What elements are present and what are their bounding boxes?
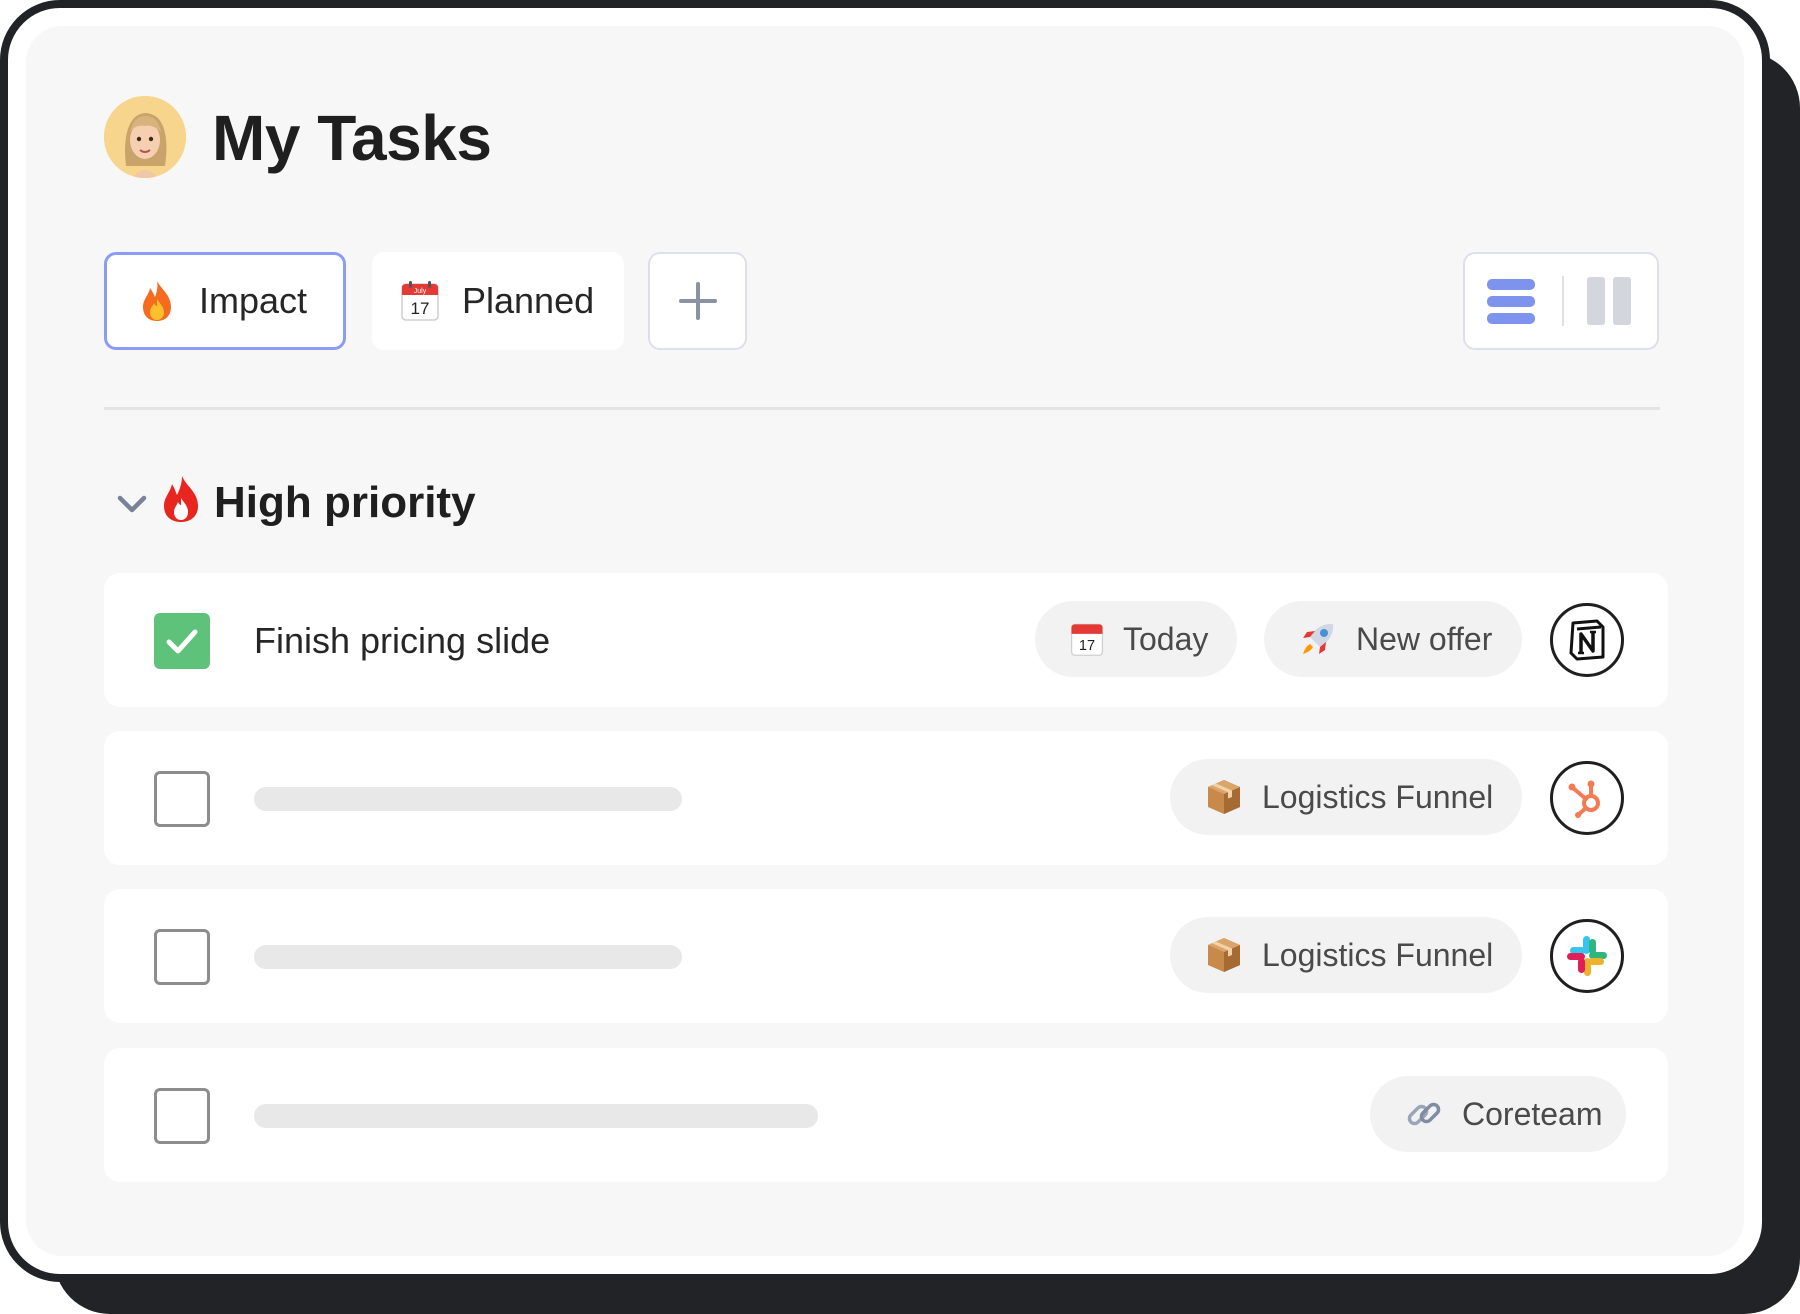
fire-icon	[143, 281, 171, 321]
plus-icon	[678, 282, 717, 320]
header-divider	[104, 407, 1660, 410]
calendar-month-text: July	[414, 288, 427, 295]
tab-impact[interactable]: Impact	[104, 252, 346, 350]
tag-label: Logistics Funnel	[1262, 936, 1494, 973]
tab-impact-label: Impact	[199, 280, 308, 321]
slack-icon	[1567, 936, 1607, 976]
tag-pill[interactable]: Logistics Funnel	[1170, 917, 1522, 993]
task-title-placeholder	[254, 1104, 818, 1128]
task-row[interactable]: Coreteam	[104, 1048, 1668, 1182]
task-checkbox[interactable]	[154, 771, 210, 827]
tab-planned-label: Planned	[462, 280, 595, 321]
package-icon	[1208, 938, 1240, 972]
source-app-badge[interactable]	[1550, 919, 1624, 993]
tag-pill[interactable]: Logistics Funnel	[1170, 759, 1522, 835]
section-title: High priority	[214, 478, 476, 527]
link-icon	[1407, 1102, 1441, 1126]
view-toggle-divider	[1562, 276, 1564, 326]
hubspot-icon	[1568, 780, 1600, 818]
package-icon	[1208, 780, 1240, 814]
calendar-icon: July 17	[401, 281, 439, 321]
notion-icon	[1569, 619, 1605, 661]
add-tab-button[interactable]	[648, 252, 747, 350]
task-title-placeholder	[254, 787, 682, 811]
calendar-day-text: 17	[411, 299, 430, 318]
page-title: My Tasks	[212, 102, 492, 174]
task-checkbox[interactable]	[154, 613, 210, 669]
task-row[interactable]: Logistics Funnel	[104, 889, 1668, 1023]
task-title: Finish pricing slide	[254, 620, 551, 661]
tag-pill[interactable]: Coreteam	[1370, 1076, 1626, 1152]
tag-pill[interactable]: New offer	[1264, 601, 1522, 677]
calendar-icon: 17	[1070, 623, 1104, 656]
rocket-icon	[1303, 623, 1334, 654]
source-app-badge[interactable]	[1550, 603, 1624, 677]
checkmark-icon	[166, 629, 198, 654]
fire-icon	[164, 476, 198, 522]
calendar-day-text: 17	[1079, 638, 1095, 654]
task-row[interactable]: Finish pricing slide 17 Today New offer	[104, 573, 1668, 707]
tag-label: Coreteam	[1462, 1095, 1603, 1132]
tag-label: Today	[1123, 620, 1209, 657]
tag-label: Logistics Funnel	[1262, 778, 1494, 815]
task-title-placeholder	[254, 945, 682, 969]
tag-pill[interactable]: 17 Today	[1035, 601, 1237, 677]
view-toggle	[1463, 252, 1659, 350]
source-app-badge[interactable]	[1550, 761, 1624, 835]
board-view-icon[interactable]	[1587, 276, 1633, 326]
task-checkbox[interactable]	[154, 929, 210, 985]
tag-label: New offer	[1356, 620, 1493, 657]
avatar[interactable]	[104, 96, 186, 178]
chevron-down-icon[interactable]	[114, 490, 150, 518]
task-checkbox[interactable]	[154, 1088, 210, 1144]
memoji-avatar-icon	[104, 96, 186, 178]
task-row[interactable]: Logistics Funnel	[104, 731, 1668, 865]
tab-planned[interactable]: July 17 Planned	[372, 252, 624, 350]
list-view-icon[interactable]	[1487, 278, 1537, 326]
